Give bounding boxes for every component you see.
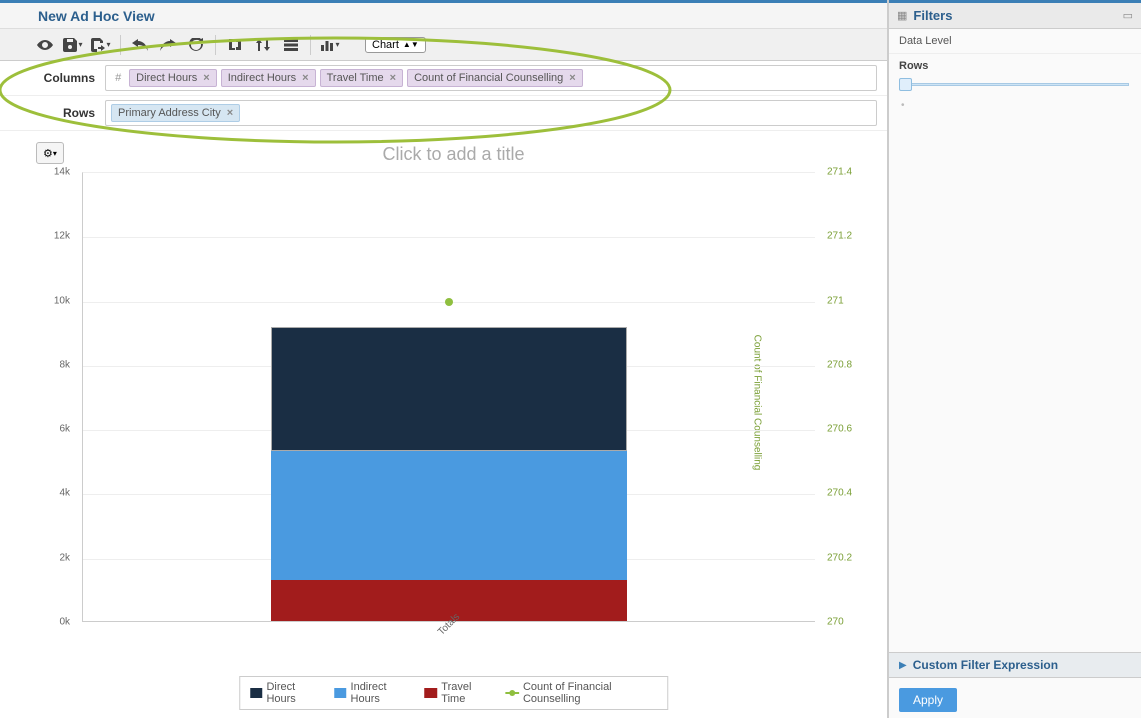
redo-button[interactable] [155,32,181,58]
apply-button[interactable]: Apply [899,688,957,712]
dropdown-icon: ▲▼ [403,40,419,49]
filters-panel: ▦ Filters ▭ Data Level Rows • ▶ Custom F… [888,0,1141,718]
filters-header: ▦ Filters ▭ [889,0,1141,29]
y-axis-left: 0k 2k 4k 6k 8k 10k 12k 14k [44,172,74,622]
bar-segment-indirect-hours[interactable] [271,451,627,580]
sort-button[interactable] [250,32,276,58]
collapsed-indicator: • [889,98,1141,113]
legend-item-count-financial-counselling[interactable]: Count of Financial Counselling [505,681,657,705]
export-button[interactable]: ▾ [88,32,114,58]
columns-hash: # [115,72,121,84]
save-button[interactable]: ▾ [60,32,86,58]
remove-icon[interactable]: × [390,72,396,84]
remove-icon[interactable]: × [569,72,575,84]
custom-filter-expression-toggle[interactable]: ▶ Custom Filter Expression [889,652,1141,678]
preview-button[interactable] [32,32,58,58]
filter-settings-icon[interactable]: ▦ [897,9,907,22]
minimize-icon[interactable]: ▭ [1123,9,1133,22]
columns-row: Columns # Direct Hours× Indirect Hours× … [0,61,887,96]
chart-legend: Direct Hours Indirect Hours Travel Time … [239,676,669,710]
toolbar: ▾ ▾ ▾ Chart ▲▼ [0,29,887,61]
remove-icon[interactable]: × [302,72,308,84]
column-pill-count-financial-counselling[interactable]: Count of Financial Counselling× [407,69,583,87]
pivot-button[interactable] [222,32,248,58]
expand-icon: ▶ [899,660,907,671]
filters-data-level: Data Level [889,29,1141,54]
reset-button[interactable] [183,32,209,58]
chart-title-placeholder[interactable]: Click to add a title [382,144,524,165]
title-bar: New Ad Hoc View [0,3,887,29]
row-pill-primary-address-city[interactable]: Primary Address City× [111,104,240,122]
chart-settings-button[interactable]: ⚙▾ [36,142,64,164]
column-pill-indirect-hours[interactable]: Indirect Hours× [221,69,316,87]
rows-slider[interactable] [899,78,1131,92]
legend-item-travel-time[interactable]: Travel Time [425,681,493,705]
chart-panel: ⚙▾ Click to add a title 0k 2k 4k 6k 8k 1… [24,132,883,718]
slider-handle[interactable] [899,78,912,91]
columns-well[interactable]: # Direct Hours× Indirect Hours× Travel T… [105,65,877,91]
bar-segment-travel-time[interactable] [271,580,627,621]
column-pill-travel-time[interactable]: Travel Time× [320,69,403,87]
column-pill-direct-hours[interactable]: Direct Hours× [129,69,217,87]
marker-count-financial-counselling[interactable] [445,298,453,306]
columns-label: Columns [30,71,95,85]
chart-plot[interactable]: Totals [82,172,815,622]
rows-well[interactable]: Primary Address City× [105,100,877,126]
chart-plot-area: 0k 2k 4k 6k 8k 10k 12k 14k 270 270.2 270… [44,172,863,678]
bar-segment-direct-hours[interactable] [271,327,627,451]
page-title: New Ad Hoc View [38,8,155,24]
remove-icon[interactable]: × [203,72,209,84]
custom-filter-label: Custom Filter Expression [913,658,1058,672]
legend-item-direct-hours[interactable]: Direct Hours [250,681,322,705]
y-axis-right: 270 270.2 270.4 270.6 270.8 271 271.2 27… [823,172,863,622]
legend-item-indirect-hours[interactable]: Indirect Hours [334,681,413,705]
filters-title: Filters [913,8,1122,23]
bar-totals[interactable] [271,327,627,621]
undo-button[interactable] [127,32,153,58]
visualization-type-label: Chart [372,39,399,51]
rows-label: Rows [30,106,95,120]
remove-icon[interactable]: × [227,107,233,119]
rows-row: Rows Primary Address City× [0,96,887,131]
chart-options-button[interactable]: ▾ [317,32,343,58]
filters-rows-label: Rows [899,60,1131,72]
input-controls-button[interactable] [278,32,304,58]
filters-rows-section: Rows [889,54,1141,98]
visualization-type-select[interactable]: Chart ▲▼ [365,37,426,53]
